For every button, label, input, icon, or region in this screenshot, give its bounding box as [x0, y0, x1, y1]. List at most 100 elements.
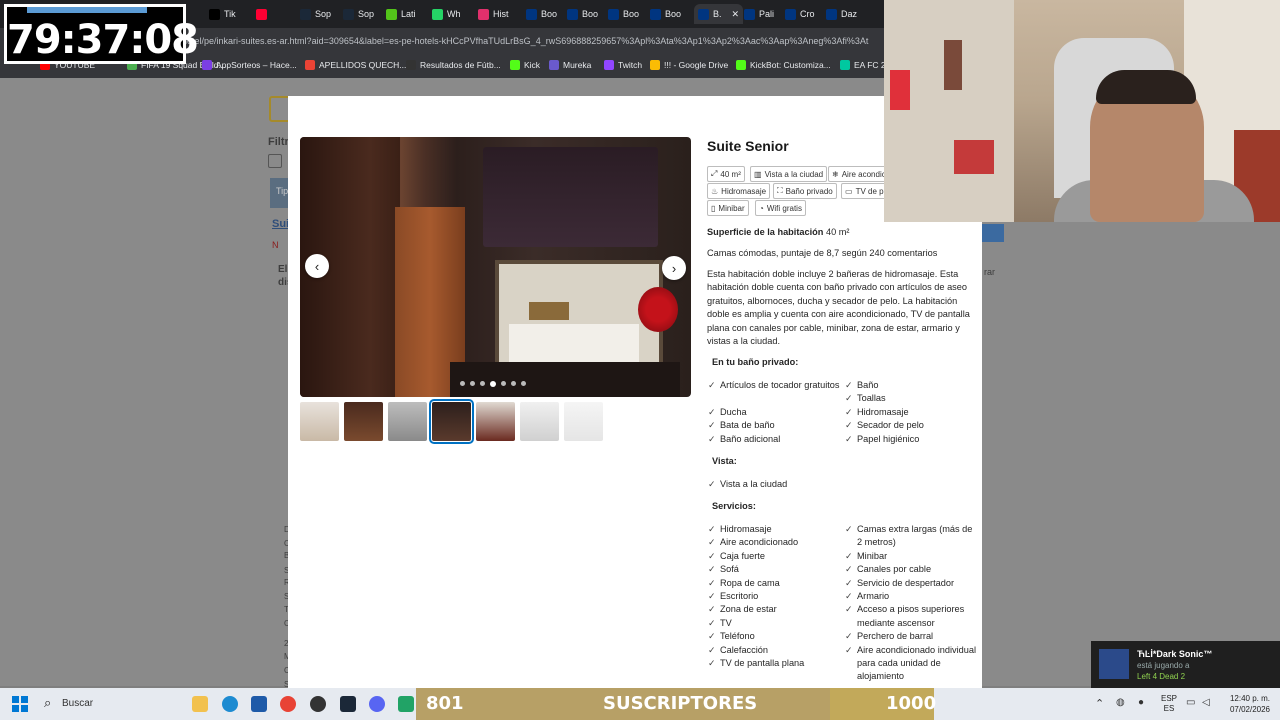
amenity-item: Teléfono	[708, 630, 840, 644]
amenity-item: Minibar	[845, 550, 977, 564]
jacuzzi-icon: ♨	[711, 186, 719, 196]
tv-stand	[450, 362, 680, 397]
bookmark-favicon-icon	[406, 60, 416, 70]
obs-icon[interactable]	[310, 696, 326, 712]
browser-tab[interactable]: Wh	[428, 4, 465, 24]
filter-checkbox[interactable]	[268, 154, 282, 168]
photo-thumbnail[interactable]	[388, 402, 427, 441]
prev-photo-button[interactable]: ‹	[305, 254, 329, 278]
bookmark-favicon-icon	[840, 60, 850, 70]
next-photo-button[interactable]: ›	[662, 256, 686, 280]
browser-tab[interactable]: Cro	[781, 4, 819, 24]
file-explorer-icon[interactable]	[192, 696, 208, 712]
amenity-item: Hidromasaje	[708, 523, 840, 537]
excel-icon[interactable]	[398, 696, 414, 712]
bookmark-item[interactable]: Mureka	[549, 60, 591, 70]
chip-label: Hidromasaje	[721, 186, 767, 196]
amenity-item: Secador de pelo	[845, 419, 977, 433]
bookmark-item[interactable]: Kick	[510, 60, 540, 70]
pagination-dot[interactable]	[511, 381, 516, 386]
photo-thumbnail[interactable]	[476, 402, 515, 441]
pagination-dot[interactable]	[490, 380, 496, 387]
browser-tab[interactable]: Daz	[822, 4, 861, 24]
tab-favicon-icon	[478, 8, 489, 20]
photo-thumbnail[interactable]	[344, 402, 383, 441]
browser-tab[interactable]: Boo	[604, 4, 643, 24]
search-icon: ⌕	[44, 695, 52, 710]
browser-tab[interactable]: B. ✕	[694, 4, 744, 24]
wifi-icon: ◔	[759, 203, 764, 213]
bookmark-favicon-icon	[305, 60, 315, 70]
mirror-pillow	[529, 302, 569, 320]
chrome-icon[interactable]	[280, 696, 296, 712]
windows-start-button[interactable]	[12, 696, 28, 712]
reserve-button-fragment[interactable]	[982, 224, 1004, 242]
bookmark-item[interactable]: Twitch	[604, 60, 642, 70]
bookmark-label: Twitch	[618, 60, 643, 70]
photo-thumbnail[interactable]	[300, 402, 339, 441]
network-icon[interactable]: ◍	[1116, 697, 1125, 708]
discord-icon[interactable]	[369, 696, 385, 712]
chip-tv: ▭TV de pantalla plana	[841, 183, 886, 199]
pagination-dot[interactable]	[480, 381, 485, 386]
browser-tab[interactable]: Boo	[646, 4, 685, 24]
pagination-dot[interactable]	[470, 381, 475, 386]
browser-tab[interactable]: Pali	[740, 4, 778, 24]
bookmark-label: !!! - Google Drive	[664, 60, 729, 70]
amenity-item: Baño adicional	[708, 433, 840, 447]
store-icon[interactable]	[251, 696, 267, 712]
browser-tab[interactable]: Sop	[296, 4, 335, 24]
roses	[638, 287, 678, 332]
tab-label: Boo	[665, 9, 682, 19]
room-main-photo[interactable]	[300, 137, 691, 397]
microphone-icon[interactable]: ●	[1138, 697, 1144, 708]
timer-value: 79:37:08	[7, 17, 199, 63]
browser-tab[interactable]: Lati	[382, 4, 420, 24]
photo-thumbnail[interactable]	[429, 399, 474, 444]
chip-minibar: ▯ Minibar	[707, 200, 749, 216]
pagination-dot[interactable]	[521, 381, 526, 386]
minibar-icon: ▯	[711, 203, 716, 213]
tab-favicon-icon	[698, 8, 709, 20]
amenity-item: Ducha	[708, 406, 840, 420]
edge-icon[interactable]	[222, 696, 238, 712]
bookmark-item[interactable]: EA FC 26	[840, 60, 890, 70]
browser-tab[interactable]: Boo	[522, 4, 561, 24]
browser-tab[interactable]: Tik	[205, 4, 240, 24]
close-icon[interactable]: ✕	[732, 9, 740, 20]
taskbar-search[interactable]: ⌕ Buscar	[36, 694, 182, 714]
volume-icon[interactable]: ◁	[1202, 697, 1210, 708]
chip-label: Baño privado	[785, 186, 833, 196]
tab-label: Tik	[224, 9, 236, 19]
bookmark-item[interactable]: AppSorteos – Hace...	[202, 60, 297, 70]
browser-tab[interactable]	[252, 4, 275, 24]
bookmark-label: APELLIDOS QUECH...	[319, 60, 407, 70]
bookmark-item[interactable]: Resultados de Fútb...	[406, 60, 501, 70]
language-indicator[interactable]: ESP ES	[1160, 694, 1178, 714]
display-icon[interactable]: ▭	[1186, 697, 1195, 708]
amenity-item: Canales por cable	[845, 563, 977, 577]
pagination-dot[interactable]	[460, 381, 465, 386]
stream-timer: 79:37:08	[4, 4, 199, 64]
tab-label: Pali	[759, 9, 775, 19]
browser-tab[interactable]: Hist	[474, 4, 513, 24]
clock-time: 12:40 p. m.	[1229, 694, 1270, 703]
suite-link[interactable]: Sui	[272, 218, 289, 230]
url-text[interactable]: .com/hotel/pe/inkari-suites.es-ar.html?a…	[160, 36, 868, 46]
browser-tab[interactable]: Boo	[563, 4, 602, 24]
bookmark-item[interactable]: KickBot: Customiza...	[736, 60, 831, 70]
photo-thumbnail[interactable]	[520, 402, 559, 441]
bookmark-item[interactable]: !!! - Google Drive	[650, 60, 728, 70]
friend-status: está jugando a	[1137, 661, 1190, 670]
browser-tab[interactable]: Sop	[339, 4, 378, 24]
steam-icon[interactable]	[340, 696, 356, 712]
chevron-up-icon[interactable]: ⌃	[1095, 697, 1104, 710]
steam-notification[interactable]: ЋĿİ*Dark Sonic™ está jugando a Left 4 De…	[1091, 641, 1280, 688]
bookmark-item[interactable]: APELLIDOS QUECH...	[305, 60, 406, 70]
photo-thumbnails	[300, 399, 603, 444]
tab-label: Sop	[358, 9, 375, 19]
pagination-dot[interactable]	[501, 381, 506, 386]
photo-thumbnail[interactable]	[564, 402, 603, 441]
system-clock[interactable]: 12:40 p. m. 07/02/2026	[1222, 693, 1270, 715]
amenity-item: Camas extra largas (más de 2 metros)	[845, 523, 977, 550]
